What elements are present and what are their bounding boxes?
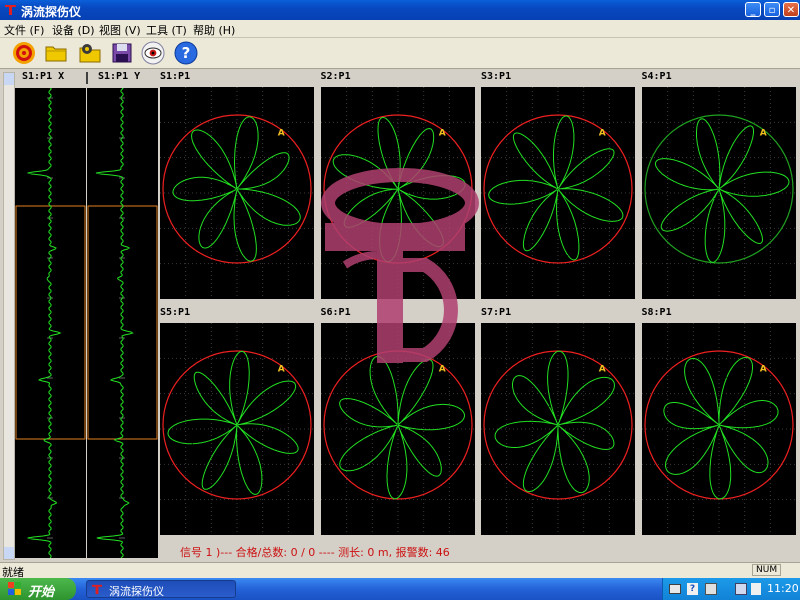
app-logo-icon (5, 5, 16, 15)
signal-trace (338, 356, 465, 500)
status-bar: 就绪 NUM (0, 562, 800, 579)
alarm-marker: A (438, 365, 445, 375)
plot-panel[interactable]: S7:P1 A (479, 305, 637, 537)
start-button[interactable]: 开始 (0, 578, 76, 600)
alarm-marker: A (278, 129, 285, 139)
info-bar: 信号 1 )--- 合格/总数: 0 / 0 ---- 测长: 0 m, 报警数… (158, 541, 800, 560)
plot-label: S8:P1 (641, 307, 672, 318)
plot-label: S2:P1 (320, 71, 351, 82)
plot-panel[interactable]: S5:P1 A (158, 305, 316, 537)
taskbar: 开始 涡流探伤仪 ? 11:20 (0, 578, 800, 600)
signal-trace (494, 350, 615, 494)
close-button[interactable]: ✕ (783, 2, 799, 17)
info-text: 信号 1 )--- 合格/总数: 0 / 0 ---- 测长: 0 m, 报警数… (180, 546, 450, 559)
start-label: 开始 (28, 585, 55, 600)
alarm-circle (483, 114, 633, 264)
alarm-marker: A (278, 365, 285, 375)
menu-bar: 文件 (F) 设备 (D) 视图 (V) 工具 (T) 帮助 (H) (0, 20, 800, 38)
alarm-circle (643, 350, 794, 500)
help-glyph: ? (182, 44, 191, 62)
menu-help[interactable]: 帮助 (H) (193, 22, 235, 38)
plot-panel[interactable]: S8:P1 A (639, 305, 798, 537)
monitor-tray-icon[interactable] (705, 583, 717, 595)
num-lock-indicator: NUM (752, 564, 782, 576)
menu-tools[interactable]: 工具 (T) (146, 22, 187, 38)
plot-panel[interactable]: S1:P1 A (158, 69, 316, 301)
impedance-plane-plot: A (481, 323, 635, 535)
strip-label-x: S1:P1 X (22, 71, 65, 82)
signal-trace (654, 118, 789, 263)
scroll-up-arrow[interactable] (4, 73, 14, 85)
volume-tray-icon[interactable] (751, 583, 761, 595)
menu-view[interactable]: 视图 (V) (99, 22, 141, 38)
alarm-marker: A (759, 129, 766, 139)
strip-trace (27, 88, 62, 558)
brand-watermark-logo (321, 168, 479, 363)
impedance-plane-plot: A (481, 87, 635, 299)
window-title: 涡流探伤仪 (21, 5, 82, 19)
strip-label-y: S1:P1 Y (98, 71, 141, 82)
alarm-circle (322, 350, 473, 500)
alarm-circle (643, 114, 794, 264)
gate-window (87, 205, 158, 440)
help-icon[interactable]: ? (174, 41, 198, 65)
minimize-button[interactable]: _ (745, 2, 761, 17)
menu-device[interactable]: 设备 (D) (52, 22, 95, 38)
keyboard-icon[interactable] (669, 584, 681, 594)
scroll-down-arrow[interactable] (4, 547, 14, 559)
impedance-plane-plot: A (641, 87, 796, 299)
taskbar-app-button[interactable]: 涡流探伤仪 (86, 580, 236, 598)
plot-label: S3:P1 (481, 71, 512, 82)
strip-chart-y (87, 88, 158, 558)
disk-icon[interactable] (110, 41, 134, 65)
impedance-plane-plot: A (160, 87, 314, 299)
folder-icon[interactable] (44, 41, 68, 65)
impedance-plane-plot: A (160, 323, 314, 535)
target-icon[interactable] (12, 41, 36, 65)
strip-chart-x (15, 88, 86, 558)
plot-label: S5:P1 (160, 307, 191, 318)
impedance-plane-plot: A (641, 323, 796, 535)
system-tray: ? 11:20 (662, 578, 800, 600)
title-bar: 涡流探伤仪 _ ▫ ✕ (0, 0, 800, 20)
strip-trace (95, 88, 134, 558)
eye-icon[interactable] (141, 41, 165, 65)
windows-logo-icon (8, 582, 21, 595)
plot-label: S4:P1 (641, 71, 672, 82)
gear-folder-icon[interactable] (78, 41, 102, 65)
alarm-marker: A (599, 365, 606, 375)
menu-file[interactable]: 文件 (F) (4, 22, 44, 38)
toolbar: ? (0, 38, 800, 69)
alarm-marker: A (599, 129, 606, 139)
plot-label: S1:P1 (160, 71, 191, 82)
alarm-marker: A (438, 129, 445, 139)
plot-panel[interactable]: S4:P1 A (639, 69, 798, 301)
app-logo-icon (91, 584, 103, 595)
help-tray-icon[interactable]: ? (687, 583, 698, 595)
strip-divider (86, 72, 88, 84)
taskbar-app-label: 涡流探伤仪 (109, 585, 164, 598)
signal-trace (662, 356, 778, 500)
vertical-scrollbar[interactable] (3, 72, 15, 560)
clock: 11:20 (767, 582, 799, 595)
alarm-marker: A (759, 365, 766, 375)
maximize-button[interactable]: ▫ (764, 2, 780, 17)
network-tray-icon[interactable] (735, 583, 747, 595)
plot-panel[interactable]: S3:P1 A (479, 69, 637, 301)
